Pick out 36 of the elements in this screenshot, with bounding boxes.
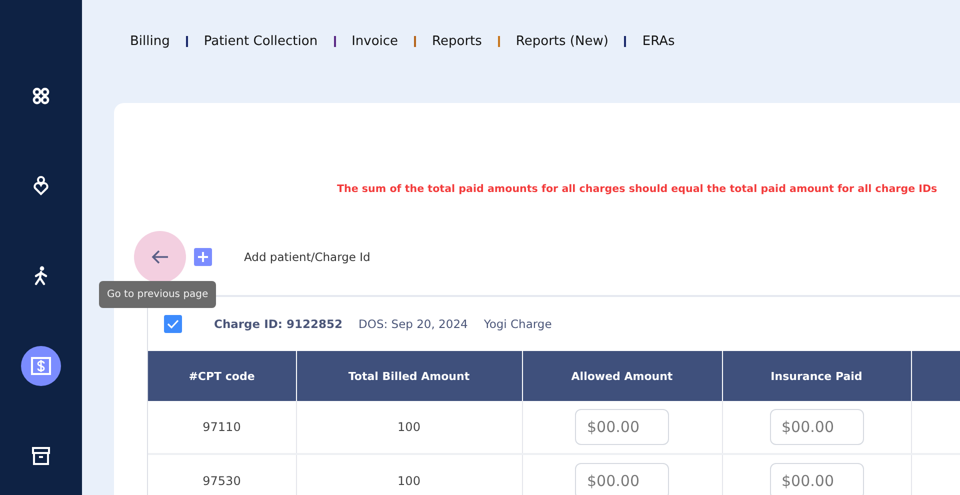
nav-link[interactable]: Billing (130, 34, 170, 48)
nav-link[interactable]: ERAs (642, 34, 675, 48)
table-cell: 100 (296, 454, 522, 495)
back-button[interactable] (134, 231, 186, 283)
warning-message: The sum of the total paid amounts for all charges should equal the total paid amount for all charge IDs (336, 182, 938, 197)
add-patient-label: Add patient/Charge Id (244, 250, 370, 264)
insurance-paid-field[interactable]: $00.00 (770, 463, 864, 495)
nav-link[interactable]: Reports (New) (516, 34, 608, 48)
column-header: Insurance Paid (722, 351, 911, 401)
allowed-amount-field[interactable]: $00.00 (575, 409, 669, 445)
dollar-bill-icon (30, 355, 52, 377)
charge-type: Yogi Charge (484, 317, 552, 331)
charge-id: Charge ID: 9122852 (214, 317, 343, 331)
table-cell: 97110 (148, 401, 296, 454)
column-header: Allowed Amount (522, 351, 722, 401)
charge-checkbox[interactable] (164, 315, 182, 333)
person-heart-icon (32, 176, 50, 196)
column-header: #CPT code (148, 351, 296, 401)
nav-link[interactable]: Reports (432, 34, 482, 48)
nav-link[interactable]: Invoice (352, 34, 398, 48)
sidebar-item[interactable] (21, 346, 61, 386)
table-cell: 100 (296, 401, 522, 454)
grid-icon (31, 86, 51, 106)
tooltip: Go to previous page (99, 281, 216, 308)
add-button[interactable] (194, 248, 212, 266)
insurance-paid-field[interactable]: $00.00 (770, 409, 864, 445)
table-cell: 97530 (148, 454, 296, 495)
archive-box-icon (31, 446, 51, 466)
nav-link[interactable]: Patient Collection (204, 34, 318, 48)
charge-date: DOS: Sep 20, 2024 (358, 317, 468, 331)
checkmark-icon (167, 319, 179, 329)
plus-icon (198, 252, 208, 262)
column-header: Total Billed Amount (296, 351, 522, 401)
left-arrow-icon (151, 250, 169, 264)
walking-person-icon (33, 266, 49, 286)
allowed-amount-field[interactable]: $00.00 (575, 463, 669, 495)
